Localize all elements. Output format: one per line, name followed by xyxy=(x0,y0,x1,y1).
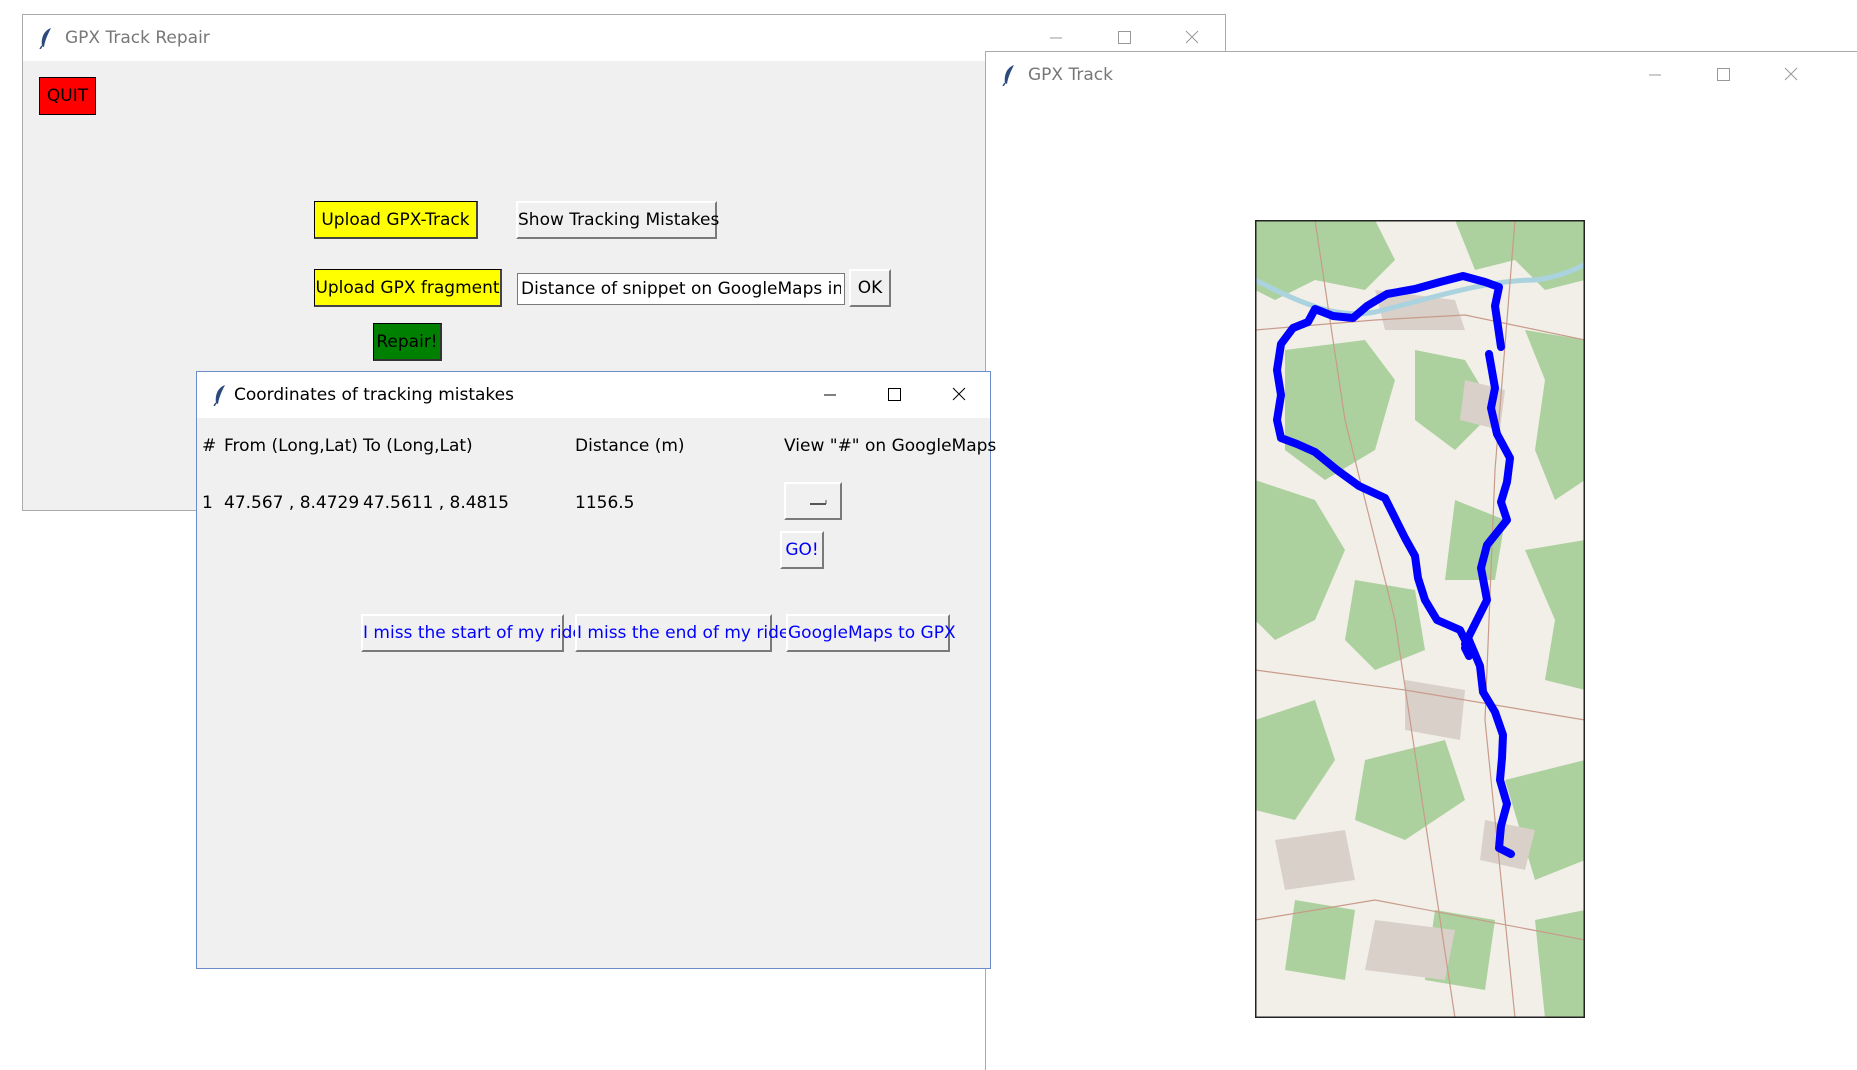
ok-button[interactable]: OK xyxy=(849,269,891,307)
main-window-title: GPX Track Repair xyxy=(65,28,210,48)
minimize-icon[interactable] xyxy=(817,382,843,408)
row-from: 47.567 , 8.4729 xyxy=(224,493,360,513)
tk-feather-icon xyxy=(1002,65,1014,86)
row-to: 47.5611 , 8.4815 xyxy=(363,493,509,513)
minimize-icon[interactable] xyxy=(1642,62,1668,88)
upload-gpx-fragment-button[interactable]: Upload GPX fragment xyxy=(314,269,502,307)
quit-button[interactable]: QUIT xyxy=(39,77,96,115)
header-distance: Distance (m) xyxy=(575,436,685,456)
tk-feather-icon xyxy=(39,28,51,49)
radio-indicator-icon xyxy=(810,500,827,505)
mistakes-window-title: Coordinates of tracking mistakes xyxy=(234,385,514,405)
header-to: To (Long,Lat) xyxy=(363,436,473,456)
track-map[interactable] xyxy=(1255,220,1585,1018)
tk-feather-icon xyxy=(213,385,225,406)
maximize-icon[interactable] xyxy=(1710,62,1736,88)
minimize-icon[interactable] xyxy=(1043,25,1069,51)
row-num: 1 xyxy=(202,493,213,513)
miss-end-button[interactable]: I miss the end of my ride xyxy=(575,614,789,652)
track-window-title: GPX Track xyxy=(1028,65,1113,85)
maximize-icon[interactable] xyxy=(1111,25,1137,51)
show-tracking-mistakes-button[interactable]: Show Tracking Mistakes xyxy=(516,201,719,239)
googlemaps-to-gpx-button[interactable]: GoogleMaps to GPX xyxy=(786,614,956,652)
upload-gpx-track-button[interactable]: Upload GPX-Track xyxy=(314,201,478,239)
track-window: GPX Track xyxy=(985,51,1857,1070)
header-from: From (Long,Lat) xyxy=(224,436,358,456)
close-icon[interactable] xyxy=(946,382,972,408)
miss-start-button[interactable]: I miss the start of my ride xyxy=(361,614,583,652)
row-distance: 1156.5 xyxy=(575,493,635,513)
close-icon[interactable] xyxy=(1778,62,1804,88)
go-button[interactable]: GO! xyxy=(780,531,824,569)
snippet-distance-input[interactable] xyxy=(517,273,845,305)
mistakes-titlebar[interactable]: Coordinates of tracking mistakes xyxy=(197,372,990,418)
mistake-select-radio[interactable] xyxy=(784,482,842,520)
mistakes-window: Coordinates of tracking mistakes # From … xyxy=(196,371,996,969)
close-icon[interactable] xyxy=(1179,25,1205,51)
maximize-icon[interactable] xyxy=(881,382,907,408)
repair-button[interactable]: Repair! xyxy=(373,323,442,361)
header-num: # xyxy=(202,436,217,456)
header-view: View "#" on GoogleMaps xyxy=(784,436,997,456)
track-titlebar[interactable]: GPX Track xyxy=(986,52,1857,98)
